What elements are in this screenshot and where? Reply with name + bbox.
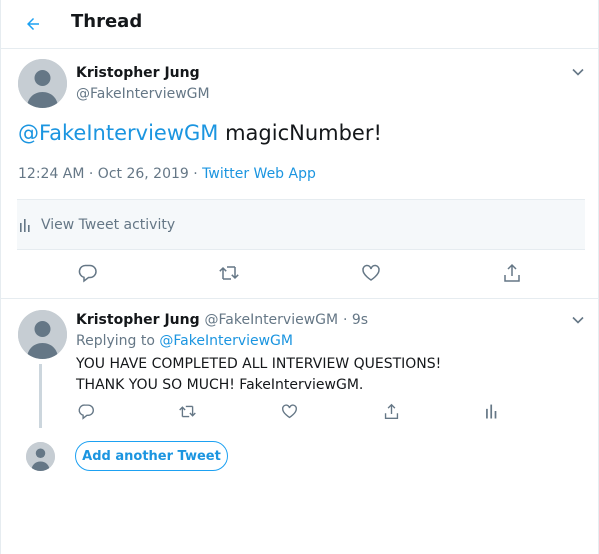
author-name[interactable]: Kristopher Jung — [76, 65, 200, 81]
chevron-down-icon[interactable] — [570, 312, 586, 328]
avatar[interactable] — [18, 59, 67, 108]
like-button[interactable] — [360, 262, 382, 284]
reply-icon — [78, 403, 94, 420]
mention-link[interactable]: @FakeInterviewGM — [18, 121, 218, 145]
tweet-divider — [1, 298, 599, 299]
view-tweet-activity[interactable]: View Tweet activity — [17, 199, 585, 250]
tweet-time[interactable]: · 9s — [343, 312, 368, 328]
analytics-icon — [485, 404, 496, 419]
tweet-text: @FakeInterviewGM magicNumber! — [18, 121, 382, 145]
author-name[interactable]: Kristopher Jung — [76, 312, 200, 328]
like-icon — [362, 264, 380, 281]
share-icon — [504, 263, 520, 282]
add-another-tweet-button[interactable]: Add another Tweet — [75, 441, 228, 471]
like-button[interactable] — [278, 400, 300, 422]
replying-to: Replying to @FakeInterviewGM — [76, 333, 293, 349]
thread-connector — [39, 364, 42, 428]
thread-page: Thread Kristopher Jung @FakeInterviewGM … — [0, 0, 599, 554]
default-avatar-icon — [26, 442, 55, 471]
tweet-source[interactable]: Twitter Web App — [202, 166, 316, 182]
analytics-button[interactable] — [481, 400, 503, 422]
author-handle[interactable]: @FakeInterviewGM — [76, 86, 210, 102]
retweet-icon — [178, 405, 196, 417]
avatar — [26, 442, 55, 471]
reply-text: YOU HAVE COMPLETED ALL INTERVIEW QUESTIO… — [76, 354, 441, 396]
chevron-down-icon[interactable] — [570, 64, 586, 80]
reply-author-name: Kristopher Jung @FakeInterviewGM · 9s — [76, 312, 368, 328]
default-avatar-icon — [18, 59, 67, 108]
author-handle[interactable]: @FakeInterviewGM — [205, 312, 339, 328]
retweet-button[interactable] — [176, 400, 198, 422]
default-avatar-icon — [18, 310, 67, 359]
share-icon — [384, 403, 398, 419]
reply-line: YOU HAVE COMPLETED ALL INTERVIEW QUESTIO… — [76, 356, 442, 372]
retweet-button[interactable] — [218, 262, 240, 284]
reply-line: THANK YOU SO MUCH! FakeInterviewGM. — [76, 377, 364, 393]
meta-separator: · — [188, 166, 203, 182]
avatar[interactable] — [18, 310, 67, 359]
tweet-timestamp[interactable]: 12:24 AM · Oct 26, 2019 — [18, 166, 189, 182]
retweet-icon — [219, 266, 239, 280]
like-icon — [281, 403, 297, 418]
thread-header: Thread — [1, 0, 599, 49]
share-button[interactable] — [380, 400, 402, 422]
reply-icon — [78, 264, 97, 283]
tweet-meta: 12:24 AM · Oct 26, 2019 · Twitter Web Ap… — [18, 166, 316, 182]
share-button[interactable] — [501, 262, 523, 284]
reply-button[interactable] — [75, 400, 97, 422]
activity-label: View Tweet activity — [41, 216, 176, 233]
arrow-left-icon — [27, 18, 39, 30]
analytics-icon — [20, 218, 30, 232]
replying-prefix: Replying to — [76, 333, 160, 349]
back-button[interactable] — [19, 10, 47, 38]
tweet-body: magicNumber! — [218, 121, 382, 145]
page-title: Thread — [71, 11, 143, 32]
reply-button[interactable] — [77, 262, 99, 284]
replying-handle[interactable]: @FakeInterviewGM — [159, 333, 293, 349]
